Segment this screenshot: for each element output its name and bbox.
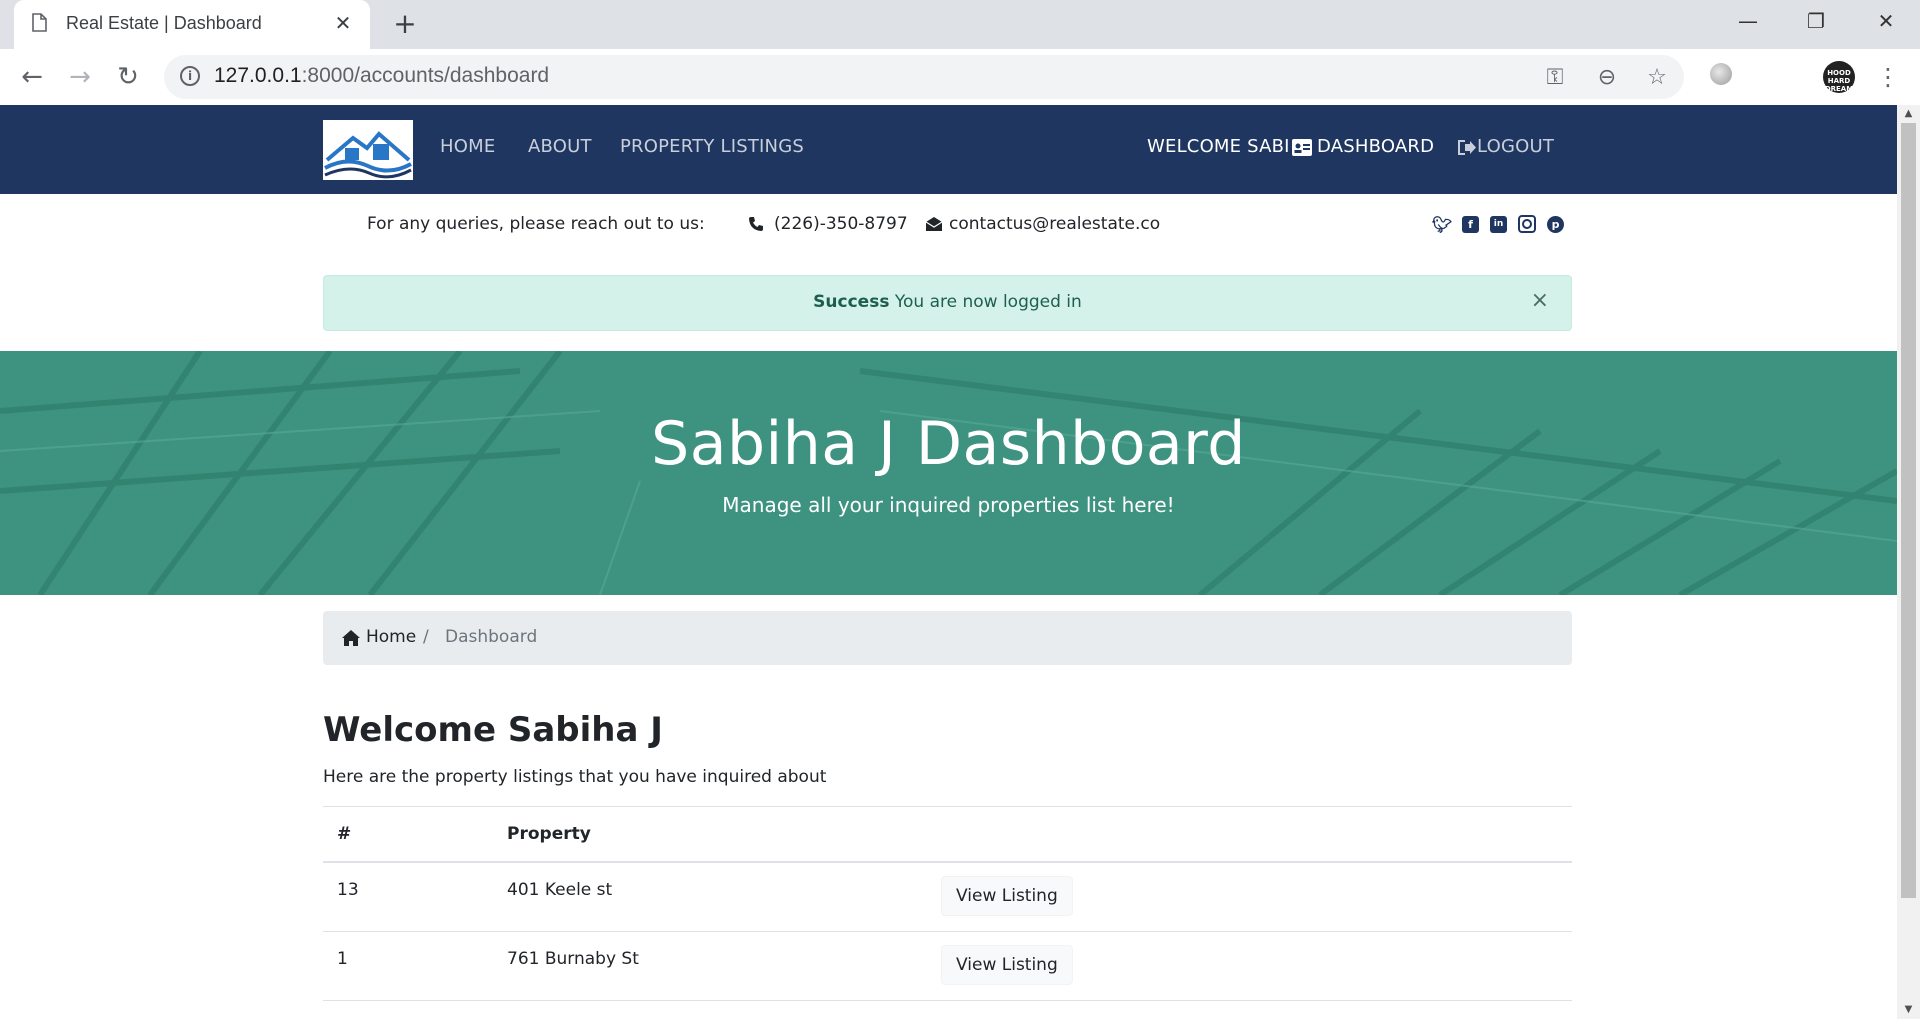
id-card-icon bbox=[1292, 139, 1312, 156]
house-logo-icon bbox=[324, 131, 412, 179]
tab-title: Real Estate | Dashboard bbox=[66, 13, 262, 33]
view-listing-button[interactable]: View Listing bbox=[941, 876, 1073, 916]
listing-id: 13 bbox=[323, 862, 493, 932]
table-row: 1 761 Burnaby St View Listing bbox=[323, 931, 1572, 1001]
back-arrow-icon[interactable]: ← bbox=[16, 61, 48, 93]
extension-icon[interactable] bbox=[1710, 63, 1732, 85]
view-listing-button[interactable]: View Listing bbox=[941, 944, 1073, 985]
reload-icon[interactable]: ↻ bbox=[112, 61, 144, 93]
new-tab-icon[interactable]: + bbox=[390, 9, 420, 39]
contact-top-bar: For any queries, please reach out to us:… bbox=[0, 194, 1897, 254]
listing-property: 401 Keele st bbox=[493, 862, 927, 932]
zoom-out-icon[interactable]: ⊖ bbox=[1594, 65, 1620, 91]
welcome-subtext: Here are the property listings that you … bbox=[323, 767, 827, 787]
nav-about[interactable]: ABOUT bbox=[528, 136, 592, 157]
hero-title: Sabiha J Dashboard bbox=[651, 409, 1246, 479]
listing-action-cell: View Listing bbox=[927, 931, 1572, 1001]
nav-welcome-user: WELCOME SABI bbox=[1147, 136, 1290, 157]
page-scrollbar[interactable]: ▲ ▼ bbox=[1897, 105, 1920, 1019]
key-icon[interactable]: ⚿ bbox=[1542, 65, 1568, 91]
hero-subtitle: Manage all your inquired properties list… bbox=[722, 493, 1175, 517]
profile-avatar[interactable]: HOOD HARD DREAM BIG bbox=[1823, 61, 1855, 101]
column-header-action bbox=[927, 806, 1572, 863]
browser-tab-strip: Real Estate | Dashboard ✕ + — ❐ ✕ bbox=[0, 0, 1920, 49]
welcome-heading: Welcome Sabiha J bbox=[323, 710, 663, 750]
sign-out-icon bbox=[1458, 140, 1476, 155]
nav-property-listings[interactable]: PROPERTY LISTINGS bbox=[620, 136, 804, 157]
browser-toolbar: ← → ↻ i 127.0.0.1:8000/accounts/dashboar… bbox=[0, 49, 1920, 106]
nav-dashboard[interactable]: DASHBOARD bbox=[1317, 136, 1434, 157]
breadcrumb: Home / Dashboard bbox=[323, 611, 1572, 665]
bookmark-star-icon[interactable]: ☆ bbox=[1644, 65, 1670, 91]
phone-icon bbox=[749, 217, 763, 231]
alert-message: Success You are now logged in bbox=[813, 292, 1082, 312]
close-tab-icon[interactable]: ✕ bbox=[330, 10, 356, 36]
minimize-icon[interactable]: — bbox=[1718, 6, 1778, 36]
column-header-property: Property bbox=[493, 806, 927, 863]
facebook-icon[interactable]: f bbox=[1462, 216, 1479, 233]
url-text: 127.0.0.1:8000/accounts/dashboard bbox=[214, 64, 550, 87]
scrollbar-thumb[interactable] bbox=[1901, 123, 1916, 898]
document-icon bbox=[32, 13, 47, 32]
home-icon bbox=[342, 630, 360, 646]
success-alert: Success You are now logged in × bbox=[323, 275, 1572, 331]
breadcrumb-current: Dashboard bbox=[445, 627, 538, 647]
nav-logout[interactable]: LOGOUT bbox=[1477, 136, 1554, 157]
restore-icon[interactable]: ❐ bbox=[1786, 6, 1846, 36]
twitter-icon[interactable]: 🐦︎ bbox=[1432, 216, 1452, 233]
inquired-listings-table: # Property 13 401 Keele st View Listing … bbox=[323, 806, 1572, 1001]
address-bar[interactable]: i 127.0.0.1:8000/accounts/dashboard ⚿ ⊖ … bbox=[164, 55, 1684, 99]
envelope-open-icon bbox=[925, 217, 943, 231]
contact-email[interactable]: contactus@realestate.co bbox=[949, 214, 1160, 234]
site-info-icon[interactable]: i bbox=[180, 66, 200, 86]
column-header-number: # bbox=[323, 806, 493, 863]
breadcrumb-separator: / bbox=[423, 627, 429, 647]
listing-property: 761 Burnaby St bbox=[493, 931, 927, 1001]
listing-id: 1 bbox=[323, 931, 493, 1001]
pinterest-icon[interactable]: p bbox=[1547, 216, 1564, 233]
nav-home[interactable]: HOME bbox=[440, 136, 495, 157]
linkedin-icon[interactable]: in bbox=[1490, 216, 1507, 233]
table-header-row: # Property bbox=[323, 806, 1572, 863]
site-logo[interactable] bbox=[323, 120, 413, 180]
browser-tab[interactable]: Real Estate | Dashboard ✕ bbox=[14, 0, 370, 49]
table-row: 13 401 Keele st View Listing bbox=[323, 862, 1572, 932]
window-close-icon[interactable]: ✕ bbox=[1856, 6, 1916, 36]
dashboard-hero: Sabiha J Dashboard Manage all your inqui… bbox=[0, 351, 1897, 595]
scroll-down-icon[interactable]: ▼ bbox=[1897, 1001, 1920, 1019]
phone-number[interactable]: (226)-350-8797 bbox=[774, 214, 908, 234]
page-viewport: HOME ABOUT PROPERTY LISTINGS WELCOME SAB… bbox=[0, 105, 1897, 1019]
instagram-icon[interactable] bbox=[1518, 215, 1536, 233]
scroll-up-icon[interactable]: ▲ bbox=[1897, 105, 1920, 123]
listing-action-cell: View Listing bbox=[927, 862, 1572, 932]
queries-text: For any queries, please reach out to us: bbox=[367, 214, 705, 234]
breadcrumb-home[interactable]: Home bbox=[366, 627, 416, 647]
alert-close-icon[interactable]: × bbox=[1531, 290, 1549, 312]
more-menu-icon[interactable]: ⋮ bbox=[1876, 63, 1900, 91]
forward-arrow-icon[interactable]: → bbox=[64, 61, 96, 93]
site-navbar: HOME ABOUT PROPERTY LISTINGS WELCOME SAB… bbox=[0, 105, 1897, 194]
